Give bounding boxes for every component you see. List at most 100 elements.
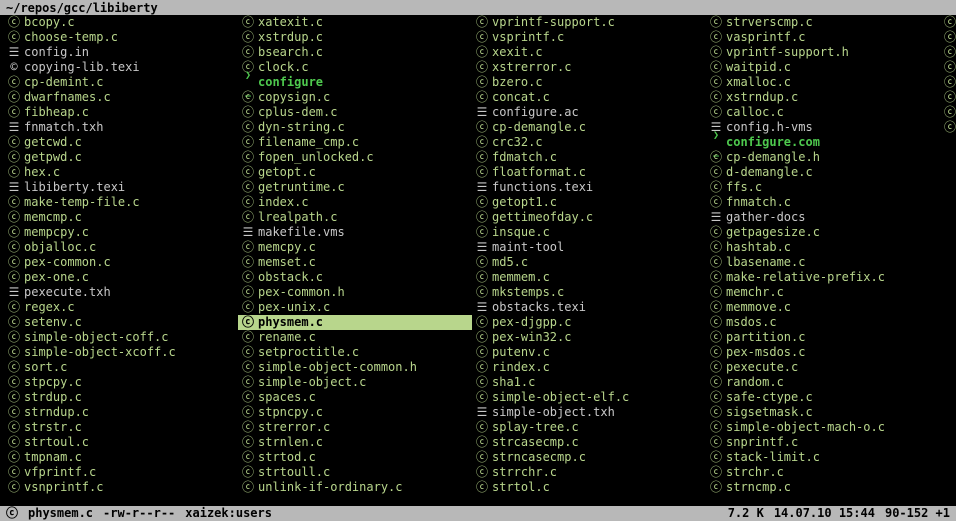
- file-item[interactable]: pex-one.c: [4, 270, 238, 285]
- file-item[interactable]: pex-common.h: [238, 285, 472, 300]
- file-item[interactable]: obstacks.texi: [472, 300, 706, 315]
- file-item[interactable]: libiberty.texi: [4, 180, 238, 195]
- file-item[interactable]: config.in: [4, 45, 238, 60]
- file-item[interactable]: cplus-dem.c: [238, 105, 472, 120]
- file-item[interactable]: filename_cmp.c: [238, 135, 472, 150]
- file-item[interactable]: vprintf-support.h: [706, 45, 940, 60]
- file-item[interactable]: dyn-string.c: [238, 120, 472, 135]
- file-item[interactable]: gather-docs: [706, 210, 940, 225]
- file-item[interactable]: clock.c: [238, 60, 472, 75]
- file-item[interactable]: memset.c: [238, 255, 472, 270]
- file-item[interactable]: vprintf-support.c: [472, 15, 706, 30]
- file-item[interactable]: strdup.c: [4, 390, 238, 405]
- file-item[interactable]: getpagesize.c: [706, 225, 940, 240]
- file-item[interactable]: vsprintf.c: [472, 30, 706, 45]
- file-item[interactable]: msdos.c: [706, 315, 940, 330]
- file-item[interactable]: xmalloc.c: [706, 75, 940, 90]
- file-item[interactable]: xstrdup.c: [238, 30, 472, 45]
- file-item[interactable]: floatformat.c: [472, 165, 706, 180]
- file-item[interactable]: simple-object-elf.c: [472, 390, 706, 405]
- file-item[interactable]: copysign.c: [238, 90, 472, 105]
- file-item[interactable]: simple-object-coff.c: [4, 330, 238, 345]
- file-item[interactable]: lrealpath.c: [238, 210, 472, 225]
- file-item[interactable]: vasprintf.c: [706, 30, 940, 45]
- file-item[interactable]: xatexit.c: [238, 15, 472, 30]
- file-item[interactable]: getcwd.c: [4, 135, 238, 150]
- file-item[interactable]: md5.c: [472, 255, 706, 270]
- file-item[interactable]: pex-unix.c: [238, 300, 472, 315]
- file-item[interactable]: putenv.c: [472, 345, 706, 360]
- file-item[interactable]: make-relative-prefix.c: [706, 270, 940, 285]
- file-item[interactable]: strtoull.c: [238, 465, 472, 480]
- file-item[interactable]: strsignal.c: [940, 15, 956, 30]
- file-item[interactable]: mempcpy.c: [4, 225, 238, 240]
- file-item[interactable]: strrchr.c: [472, 465, 706, 480]
- file-item[interactable]: configure.ac: [472, 105, 706, 120]
- file-item[interactable]: simple-object.txh: [472, 405, 706, 420]
- file-item[interactable]: calloc.c: [706, 105, 940, 120]
- file-item[interactable]: concat.c: [472, 90, 706, 105]
- file-item[interactable]: setproctitle.c: [238, 345, 472, 360]
- file-item[interactable]: memmove.c: [706, 300, 940, 315]
- file-item[interactable]: strnlen.c: [238, 435, 472, 450]
- file-item[interactable]: simple-object-xcoff.c: [4, 345, 238, 360]
- file-item[interactable]: stack-limit.c: [706, 450, 940, 465]
- file-item[interactable]: index.c: [238, 195, 472, 210]
- file-item[interactable]: strncmp.c: [706, 480, 940, 495]
- file-item[interactable]: xexit.c: [472, 45, 706, 60]
- file-item[interactable]: obstack.c: [238, 270, 472, 285]
- file-item[interactable]: memcmp.c: [4, 210, 238, 225]
- file-item[interactable]: pexecute.c: [706, 360, 940, 375]
- file-item[interactable]: random.c: [706, 375, 940, 390]
- file-item[interactable]: getopt1.c: [472, 195, 706, 210]
- file-item[interactable]: copying-lib.texi: [4, 60, 238, 75]
- file-item[interactable]: xmemdup.c: [940, 105, 956, 120]
- file-item[interactable]: getruntime.c: [238, 180, 472, 195]
- file-item[interactable]: pex-msdos.c: [706, 345, 940, 360]
- file-item[interactable]: memchr.c: [706, 285, 940, 300]
- file-item[interactable]: rindex.c: [472, 360, 706, 375]
- file-item[interactable]: ffs.c: [706, 180, 940, 195]
- file-item[interactable]: make-temp-file.c: [4, 195, 238, 210]
- file-item[interactable]: timeval-utils.c: [940, 45, 956, 60]
- file-item[interactable]: cp-demangle.c: [472, 120, 706, 135]
- file-item[interactable]: strtoul.c: [4, 435, 238, 450]
- file-item[interactable]: gettimeofday.c: [472, 210, 706, 225]
- file-item[interactable]: vsnprintf.c: [4, 480, 238, 495]
- file-item[interactable]: xstrndup.c: [706, 90, 940, 105]
- file-item[interactable]: pex-common.c: [4, 255, 238, 270]
- file-item[interactable]: safe-ctype.c: [706, 390, 940, 405]
- file-item[interactable]: choose-temp.c: [4, 30, 238, 45]
- file-item[interactable]: waitpid.c: [706, 60, 940, 75]
- file-item[interactable]: pexecute.txh: [4, 285, 238, 300]
- file-item[interactable]: fopen_unlocked.c: [238, 150, 472, 165]
- file-item[interactable]: hex.c: [4, 165, 238, 180]
- file-item[interactable]: strstr.c: [4, 420, 238, 435]
- file-item[interactable]: xvasprintf.c: [940, 120, 956, 135]
- file-item[interactable]: sigsetmask.c: [706, 405, 940, 420]
- file-item[interactable]: cp-demangle.h: [706, 150, 940, 165]
- file-item[interactable]: simple-object-common.h: [238, 360, 472, 375]
- file-item[interactable]: fdmatch.c: [472, 150, 706, 165]
- file-item[interactable]: config.h-vms: [706, 120, 940, 135]
- file-item[interactable]: spaces.c: [238, 390, 472, 405]
- file-item[interactable]: crc32.c: [472, 135, 706, 150]
- file-item[interactable]: tmpnam.c: [4, 450, 238, 465]
- file-item[interactable]: physmem.c: [238, 315, 472, 330]
- file-item[interactable]: configure: [238, 75, 472, 90]
- file-item[interactable]: xstrerror.c: [472, 60, 706, 75]
- file-item[interactable]: fibheap.c: [4, 105, 238, 120]
- file-item[interactable]: insque.c: [472, 225, 706, 240]
- file-item[interactable]: fnmatch.txh: [4, 120, 238, 135]
- file-item[interactable]: unlink-if-ordinary.c: [238, 480, 472, 495]
- file-item[interactable]: vfork.c: [940, 60, 956, 75]
- file-item[interactable]: sha1.c: [472, 375, 706, 390]
- file-item[interactable]: vprintf.c: [940, 75, 956, 90]
- file-item[interactable]: configure.com: [706, 135, 940, 150]
- file-item[interactable]: getopt.c: [238, 165, 472, 180]
- file-item[interactable]: functions.texi: [472, 180, 706, 195]
- file-item[interactable]: bcopy.c: [4, 15, 238, 30]
- file-item[interactable]: stpncpy.c: [238, 405, 472, 420]
- file-item[interactable]: partition.c: [706, 330, 940, 345]
- file-item[interactable]: objalloc.c: [4, 240, 238, 255]
